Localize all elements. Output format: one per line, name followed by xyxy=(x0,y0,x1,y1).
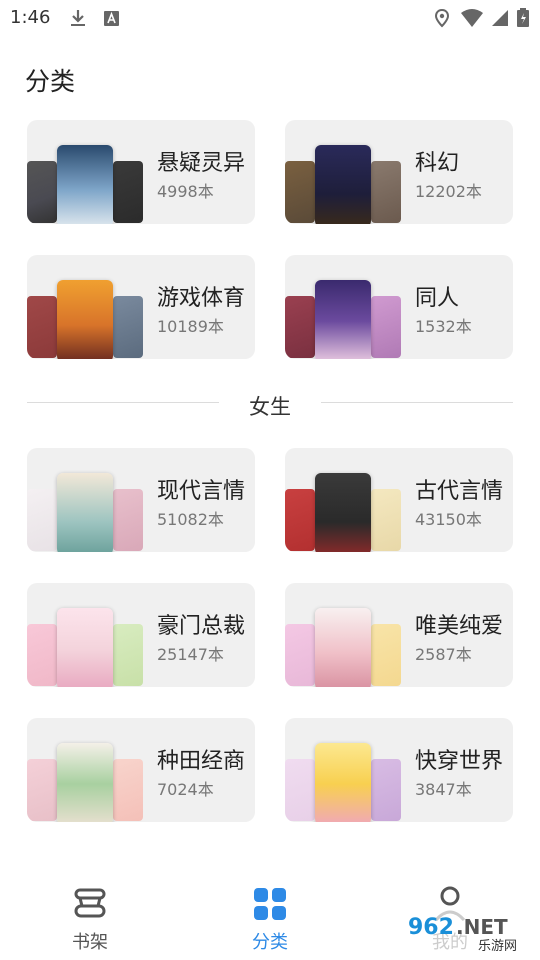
category-count: 2587本 xyxy=(415,645,472,664)
book-cover xyxy=(57,473,113,552)
category-name: 种田经商 xyxy=(157,749,246,774)
category-card[interactable]: 科幻 12202本 xyxy=(285,120,513,224)
nav-label: 分类 xyxy=(252,932,288,953)
category-count: 1532本 xyxy=(415,317,472,336)
book-cover xyxy=(285,161,315,223)
book-cover xyxy=(57,145,113,224)
watermark-logo: 962 .NET 乐游网 xyxy=(400,908,536,954)
book-cover xyxy=(113,624,143,686)
book-cover xyxy=(27,489,57,551)
book-cover xyxy=(113,759,143,821)
page-title: 分类 xyxy=(25,67,76,96)
book-cover xyxy=(27,759,57,821)
section-divider-right xyxy=(321,402,513,403)
book-cover xyxy=(285,296,315,358)
book-cover xyxy=(27,624,57,686)
location-icon xyxy=(434,8,450,28)
book-cover xyxy=(315,743,371,822)
book-cover xyxy=(371,489,401,551)
book-cover xyxy=(371,624,401,686)
download-icon xyxy=(71,10,85,26)
book-cover xyxy=(371,759,401,821)
category-name: 唯美纯爱 xyxy=(415,614,504,639)
book-cover xyxy=(27,296,57,358)
nav-bookshelf[interactable]: 书架 xyxy=(50,886,130,954)
book-cover xyxy=(315,608,371,687)
wifi-icon xyxy=(461,9,483,27)
signal-icon xyxy=(492,10,508,26)
status-bar: 1:46 xyxy=(0,0,540,36)
category-count: 43150本 xyxy=(415,510,482,529)
book-cover xyxy=(315,145,371,224)
grid-icon xyxy=(254,888,286,920)
category-card[interactable]: 古代言情 43150本 xyxy=(285,448,513,552)
book-cover xyxy=(57,608,113,687)
category-name: 同人 xyxy=(415,286,460,311)
category-name: 现代言情 xyxy=(157,479,246,504)
svg-text:.NET: .NET xyxy=(456,915,508,939)
category-count: 25147本 xyxy=(157,645,224,664)
svg-text:乐游网: 乐游网 xyxy=(478,939,517,954)
category-name: 科幻 xyxy=(415,151,460,176)
category-card[interactable]: 现代言情 51082本 xyxy=(27,448,255,552)
book-cover xyxy=(57,743,113,822)
category-name: 快穿世界 xyxy=(415,749,504,774)
book-cover xyxy=(27,161,57,223)
category-card[interactable]: 快穿世界 3847本 xyxy=(285,718,513,822)
category-count: 12202本 xyxy=(415,182,482,201)
category-card[interactable]: 豪门总裁 25147本 xyxy=(27,583,255,687)
category-card[interactable]: 同人 1532本 xyxy=(285,255,513,359)
bookshelf-icon xyxy=(74,888,106,918)
category-card[interactable]: 悬疑灵异 4998本 xyxy=(27,120,255,224)
section-heading: 女生 xyxy=(249,395,291,419)
status-time: 1:46 xyxy=(10,7,51,28)
book-cover xyxy=(315,473,371,552)
book-cover xyxy=(315,280,371,359)
category-name: 豪门总裁 xyxy=(157,614,246,639)
category-card[interactable]: 种田经商 7024本 xyxy=(27,718,255,822)
svg-text:962: 962 xyxy=(408,915,454,940)
category-count: 4998本 xyxy=(157,182,214,201)
book-cover xyxy=(113,489,143,551)
book-cover xyxy=(285,759,315,821)
category-name: 游戏体育 xyxy=(157,286,246,311)
category-name: 古代言情 xyxy=(415,479,504,504)
category-name: 悬疑灵异 xyxy=(157,151,246,176)
book-cover xyxy=(371,161,401,223)
nav-label: 书架 xyxy=(72,932,108,953)
book-cover xyxy=(113,296,143,358)
category-count: 7024本 xyxy=(157,780,214,799)
book-cover xyxy=(371,296,401,358)
nav-category[interactable]: 分类 xyxy=(230,886,310,954)
category-card[interactable]: 游戏体育 10189本 xyxy=(27,255,255,359)
category-count: 3847本 xyxy=(415,780,472,799)
book-cover xyxy=(285,624,315,686)
book-cover xyxy=(57,280,113,359)
category-count: 10189本 xyxy=(157,317,224,336)
battery-icon xyxy=(517,8,529,27)
book-cover xyxy=(285,489,315,551)
book-cover xyxy=(113,161,143,223)
a-icon xyxy=(104,11,119,26)
category-card[interactable]: 唯美纯爱 2587本 xyxy=(285,583,513,687)
category-count: 51082本 xyxy=(157,510,224,529)
